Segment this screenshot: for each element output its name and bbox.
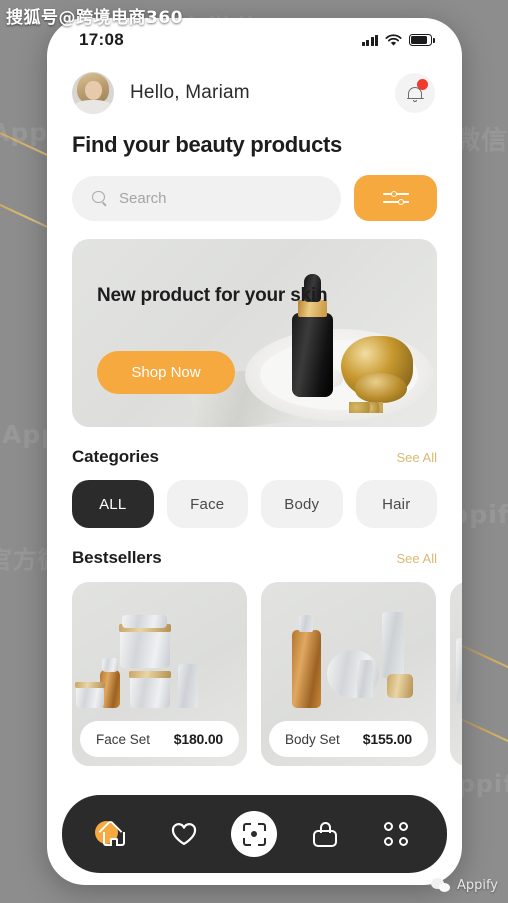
bottom-navigation-bar	[62, 795, 447, 873]
product-name: Face Set	[96, 731, 151, 747]
banner-prop-gold-figure-base	[355, 373, 407, 403]
banner-prop-pearls	[349, 402, 383, 413]
product-price-pill: Body Set $155.00	[269, 721, 428, 757]
product-prop-tube	[357, 660, 373, 698]
home-icon	[95, 819, 128, 847]
wechat-logo-icon	[430, 878, 451, 893]
categories-title: Categories	[72, 447, 159, 466]
nav-item-menu[interactable]	[370, 808, 422, 860]
product-prop-serum-neck	[102, 658, 118, 672]
grid-menu-icon	[383, 822, 408, 846]
search-icon	[92, 190, 107, 207]
filter-button[interactable]	[354, 175, 437, 221]
product-card-next-peek[interactable]	[450, 582, 462, 766]
notification-badge-dot	[417, 79, 428, 90]
nav-item-favorites[interactable]	[158, 808, 210, 860]
bestsellers-title: Bestsellers	[72, 548, 162, 567]
product-prop-bottle	[456, 638, 462, 704]
product-prop-bottle-neck	[299, 615, 313, 632]
wechat-watermark-label: Appify	[456, 878, 498, 893]
status-bar-icons	[362, 33, 435, 47]
category-chip-body[interactable]: Body	[261, 480, 343, 528]
promo-banner[interactable]: New product for your skin Shop Now	[72, 239, 437, 427]
product-card-face-set[interactable]: Face Set $180.00	[72, 582, 247, 766]
category-chip-hair[interactable]: Hair	[355, 480, 437, 528]
product-price-pill: Face Set $180.00	[80, 721, 239, 757]
product-card-body-set[interactable]: Body Set $155.00	[261, 582, 436, 766]
product-price: $155.00	[362, 731, 412, 747]
search-placeholder: Search	[119, 189, 167, 207]
filter-sliders-icon	[382, 189, 409, 207]
bestsellers-section-header: Bestsellers See All	[47, 548, 462, 568]
notification-bell-button[interactable]	[395, 73, 435, 113]
category-chip-all[interactable]: ALL	[72, 480, 154, 528]
product-prop-lid	[75, 682, 105, 688]
bestsellers-see-all-link[interactable]: See All	[397, 551, 437, 566]
search-row: Search	[47, 158, 462, 221]
product-prop-jar-top	[122, 615, 167, 628]
nav-item-cart[interactable]	[299, 808, 351, 860]
status-bar-clock: 17:08	[79, 30, 124, 49]
categories-see-all-link[interactable]: See All	[397, 450, 437, 465]
heart-icon	[171, 823, 197, 846]
product-prop-jar	[130, 675, 170, 708]
categories-section-header: Categories See All	[47, 447, 462, 467]
phone-frame: 17:08 Hello, Mariam Find your beauty pro…	[47, 18, 462, 885]
product-prop-lid	[129, 671, 171, 678]
product-prop-jar	[120, 628, 170, 668]
nav-item-scan[interactable]	[228, 808, 280, 860]
signal-bars-icon	[362, 34, 378, 46]
banner-prop-serum-bottle	[292, 313, 333, 397]
product-price: $180.00	[173, 731, 223, 747]
shopping-bag-icon	[313, 821, 338, 847]
search-input[interactable]: Search	[72, 175, 341, 221]
nav-item-home[interactable]	[87, 808, 139, 860]
wifi-icon	[385, 33, 402, 46]
scan-button-circle	[231, 811, 278, 857]
bestsellers-card-list: Face Set $180.00 Body Set $155.00	[47, 582, 462, 766]
category-chip-list: ALL Face Body Hair	[47, 480, 462, 528]
page-title: Find your beauty products	[72, 132, 342, 157]
product-prop-jar-small	[76, 686, 104, 708]
app-header: Hello, Mariam	[47, 62, 462, 114]
scan-icon	[242, 822, 266, 846]
sohu-watermark: 搜狐号@跨境电商360	[6, 8, 183, 28]
product-prop-small-jar	[387, 674, 413, 698]
shop-now-button[interactable]: Shop Now	[97, 351, 235, 394]
category-chip-face[interactable]: Face	[166, 480, 248, 528]
product-name: Body Set	[285, 731, 340, 747]
battery-icon	[409, 34, 435, 46]
user-greeting-block[interactable]: Hello, Mariam	[72, 72, 250, 114]
banner-heading: New product for your skin	[97, 285, 328, 306]
product-prop-tube	[178, 664, 198, 708]
wechat-watermark: Appify	[430, 878, 498, 893]
product-prop-oil-bottle	[292, 630, 321, 708]
greeting-text: Hello, Mariam	[130, 82, 250, 103]
avatar[interactable]	[72, 72, 114, 114]
product-prop-tall-tube	[382, 612, 404, 678]
